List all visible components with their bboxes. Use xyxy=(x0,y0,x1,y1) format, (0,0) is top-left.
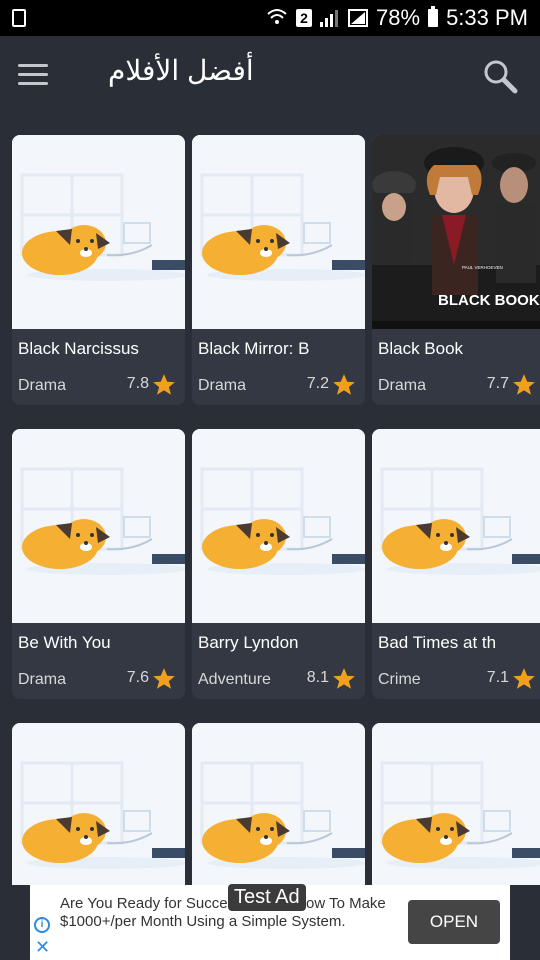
star-icon xyxy=(153,668,175,689)
poster-placeholder xyxy=(372,723,540,885)
placeholder-dog-image xyxy=(372,429,540,623)
test-ad-badge: Test Ad xyxy=(228,884,306,911)
star-icon xyxy=(153,374,175,395)
poster-placeholder xyxy=(192,723,365,885)
movie-card[interactable]: Black Mirror: B Drama 7.2 xyxy=(192,135,365,405)
movie-rating: 8.1 xyxy=(306,669,329,686)
poster-placeholder xyxy=(12,135,185,329)
placeholder-dog-image xyxy=(12,723,185,885)
info-icon[interactable]: i xyxy=(34,917,50,933)
status-bar: 2 78% 5:33 PM xyxy=(0,0,540,36)
movie-card[interactable]: Bad Times at th Crime 7.1 xyxy=(372,429,540,699)
placeholder-dog-image xyxy=(192,135,365,329)
poster-placeholder xyxy=(12,723,185,885)
movie-card[interactable] xyxy=(372,723,540,885)
movie-card[interactable] xyxy=(192,723,365,885)
movie-rating: 7.7 xyxy=(486,375,509,392)
open-button[interactable]: OPEN xyxy=(408,900,500,944)
search-icon[interactable] xyxy=(482,58,518,94)
menu-icon[interactable] xyxy=(18,64,50,88)
clock: 5:33 PM xyxy=(446,5,528,30)
movie-card[interactable]: PAUL VERHOEVEN BLACK BOOK Black Book Dra… xyxy=(372,135,540,405)
star-icon xyxy=(333,374,355,395)
poster-placeholder xyxy=(12,429,185,623)
movie-genre: Drama xyxy=(378,377,427,394)
star-icon xyxy=(513,374,535,395)
poster-placeholder xyxy=(372,429,540,623)
placeholder-dog-image xyxy=(12,135,185,329)
movie-card[interactable] xyxy=(12,723,185,885)
movie-rating: 7.6 xyxy=(126,669,149,686)
star-icon xyxy=(333,668,355,689)
movie-genre: Adventure xyxy=(198,671,271,688)
battery-icon xyxy=(428,6,439,27)
movie-rating: 7.2 xyxy=(306,375,329,392)
movie-poster: PAUL VERHOEVEN BLACK BOOK xyxy=(372,135,540,329)
placeholder-dog-image xyxy=(192,429,365,623)
ad-banner[interactable]: i ✕ Are You Ready for Success? Learn how… xyxy=(30,884,510,960)
movie-title: Black Book xyxy=(378,339,464,358)
poster-placeholder xyxy=(192,429,365,623)
battery-percent: 78% xyxy=(376,5,421,30)
black-book-poster-image: PAUL VERHOEVEN BLACK BOOK xyxy=(372,135,540,329)
wifi-calling-icon xyxy=(267,9,287,24)
movie-rating: 7.8 xyxy=(126,375,149,392)
movie-genre: Drama xyxy=(18,671,67,688)
sim-badge: 2 xyxy=(296,9,313,27)
placeholder-dog-image xyxy=(12,429,185,623)
movie-card[interactable]: Barry Lyndon Adventure 8.1 xyxy=(192,429,365,699)
movie-title: Black Narcissus xyxy=(18,339,139,358)
movie-title: Barry Lyndon xyxy=(198,633,299,652)
recycle-notification-icon xyxy=(12,9,26,27)
page-title: أفضل الأفلام xyxy=(108,55,254,86)
status-right-group: 2 78% 5:33 PM xyxy=(266,4,528,32)
poster-placeholder xyxy=(192,135,365,329)
movie-rating: 7.1 xyxy=(486,669,509,686)
poster-logo-text: BLACK BOOK xyxy=(438,292,540,309)
signal-icon xyxy=(320,10,339,27)
signal-2-icon xyxy=(348,9,369,27)
movie-title: Be With You xyxy=(18,633,111,652)
poster-director: PAUL VERHOEVEN xyxy=(462,265,503,270)
movie-grid: Black Narcissus Drama 7.8 Black Mirror: … xyxy=(0,120,540,885)
movie-card[interactable]: Be With You Drama 7.6 xyxy=(12,429,185,699)
movie-genre: Crime xyxy=(378,671,421,688)
placeholder-dog-image xyxy=(192,723,365,885)
movie-card[interactable]: Black Narcissus Drama 7.8 xyxy=(12,135,185,405)
movie-title: Black Mirror: B xyxy=(198,339,310,358)
close-icon[interactable]: ✕ xyxy=(35,938,50,956)
ad-text: Are You Ready for Success? Learn how To … xyxy=(60,895,386,930)
star-icon xyxy=(513,668,535,689)
app-bar: أفضل الأفلام xyxy=(0,36,540,120)
movie-genre: Drama xyxy=(198,377,247,394)
movie-genre: Drama xyxy=(18,377,67,394)
placeholder-dog-image xyxy=(372,723,540,885)
movie-title: Bad Times at th xyxy=(378,633,497,652)
